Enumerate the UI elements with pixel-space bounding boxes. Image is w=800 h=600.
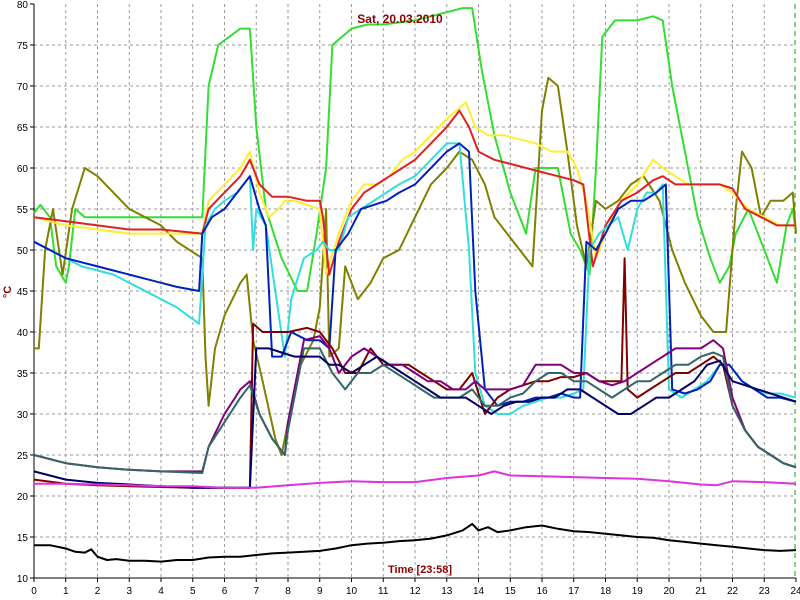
- y-tick-label: 10: [17, 574, 29, 585]
- x-tick-label: 6: [222, 586, 228, 597]
- y-tick-label: 20: [17, 492, 29, 503]
- chart-title: Sat, 20.03.2010: [357, 12, 443, 26]
- x-tick-label: 23: [759, 586, 771, 597]
- y-tick-label: 15: [17, 533, 29, 544]
- y-tick-label: 30: [17, 410, 29, 421]
- x-tick-label: 19: [632, 586, 644, 597]
- x-tick-label: 17: [568, 586, 580, 597]
- chart-background: [0, 0, 800, 600]
- y-tick-label: 65: [17, 123, 29, 134]
- x-tick-label: 12: [409, 586, 421, 597]
- x-tick-label: 13: [441, 586, 453, 597]
- y-tick-label: 70: [17, 82, 29, 93]
- temperature-chart: 0 1 2 3 4 5 6 7 8 9 10 11 12 13 14 15 16 17 18 19 20 21 22 23 24…: [0, 0, 800, 600]
- y-tick-label: 60: [17, 164, 29, 175]
- x-tick-label: 8: [285, 586, 291, 597]
- y-axis-title: °C: [2, 286, 14, 298]
- x-tick-label: 24: [790, 586, 800, 597]
- x-tick-label: 5: [190, 586, 196, 597]
- x-tick-label: 11: [378, 586, 389, 597]
- y-tick-label: 55: [17, 205, 29, 216]
- y-tick-label: 25: [17, 451, 29, 462]
- y-tick-label: 50: [17, 246, 29, 257]
- y-tick-label: 40: [17, 328, 29, 339]
- y-tick-label: 75: [17, 41, 29, 52]
- x-tick-label: 20: [663, 586, 675, 597]
- x-tick-label: 1: [63, 586, 69, 597]
- x-tick-label: 10: [346, 586, 358, 597]
- y-tick-label: 35: [17, 369, 29, 380]
- x-tick-label: 14: [473, 586, 485, 597]
- x-tick-label: 2: [95, 586, 101, 597]
- y-tick-label: 45: [17, 287, 29, 298]
- x-tick-label: 0: [31, 586, 37, 597]
- y-tick-label: 80: [17, 0, 29, 11]
- x-tick-label: 4: [158, 586, 164, 597]
- x-tick-label: 7: [253, 586, 259, 597]
- x-tick-label: 22: [727, 586, 739, 597]
- x-tick-label: 15: [505, 586, 517, 597]
- x-tick-label: 21: [695, 586, 707, 597]
- x-tick-label: 3: [126, 586, 132, 597]
- x-tick-label: 9: [317, 586, 323, 597]
- x-axis-title: Time [23:58]: [388, 564, 452, 576]
- x-tick-label: 18: [600, 586, 612, 597]
- x-tick-label: 16: [536, 586, 548, 597]
